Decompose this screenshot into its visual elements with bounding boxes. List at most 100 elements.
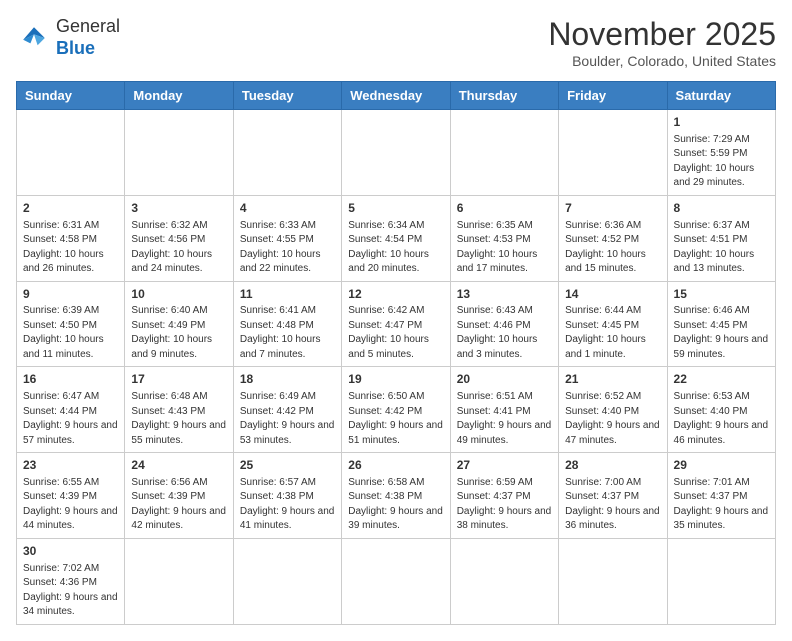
day-cell — [342, 538, 450, 624]
logo-icon — [16, 20, 52, 56]
day-info: Sunrise: 6:59 AM Sunset: 4:37 PM Dayligh… — [457, 476, 552, 534]
day-number: 13 — [457, 286, 552, 303]
day-cell: 18 Sunrise: 6:49 AM Sunset: 4:42 PM Dayli… — [233, 367, 341, 453]
day-cell: 15Sunrise: 6:46 AM Sunset: 4:45 PM Dayli… — [667, 281, 775, 367]
header-thursday: Thursday — [450, 82, 558, 110]
day-cell: 12Sunrise: 6:42 AM Sunset: 4:47 PM Dayli… — [342, 281, 450, 367]
header-monday: Monday — [125, 82, 233, 110]
day-info: Sunrise: 6:57 AM Sunset: 4:38 PM Dayligh… — [240, 476, 335, 534]
day-number: 14 — [565, 286, 660, 303]
day-number: 18 — [240, 371, 335, 388]
day-number: 27 — [457, 457, 552, 474]
title-area: November 2025 Boulder, Colorado, United … — [548, 16, 776, 69]
day-cell: 24 Sunrise: 6:56 AM Sunset: 4:39 PM Dayli… — [125, 453, 233, 539]
day-number: 3 — [131, 200, 226, 217]
day-cell: 11Sunrise: 6:41 AM Sunset: 4:48 PM Dayli… — [233, 281, 341, 367]
day-cell: 5 Sunrise: 6:34 AM Sunset: 4:54 PM Daylig… — [342, 195, 450, 281]
day-number: 12 — [348, 286, 443, 303]
day-cell: 23 Sunrise: 6:55 AM Sunset: 4:39 PM Dayli… — [17, 453, 125, 539]
week-row-5: 30Sunrise: 7:02 AM Sunset: 4:36 PM Dayli… — [17, 538, 776, 624]
header-friday: Friday — [559, 82, 667, 110]
day-number: 17 — [131, 371, 226, 388]
day-cell: 21 Sunrise: 6:52 AM Sunset: 4:40 PM Dayli… — [559, 367, 667, 453]
day-cell: 1 Sunrise: 7:29 AM Sunset: 5:59 PM Daylig… — [667, 110, 775, 196]
day-cell: 3Sunrise: 6:32 AM Sunset: 4:56 PM Daylig… — [125, 195, 233, 281]
day-info: Sunrise: 7:00 AM Sunset: 4:37 PM Dayligh… — [565, 476, 660, 534]
day-number: 19 — [348, 371, 443, 388]
day-number: 16 — [23, 371, 118, 388]
day-info: Sunrise: 6:58 AM Sunset: 4:38 PM Dayligh… — [348, 476, 443, 534]
day-cell: 30Sunrise: 7:02 AM Sunset: 4:36 PM Dayli… — [17, 538, 125, 624]
day-info: Sunrise: 6:49 AM Sunset: 4:42 PM Dayligh… — [240, 390, 335, 448]
day-number: 9 — [23, 286, 118, 303]
header-tuesday: Tuesday — [233, 82, 341, 110]
day-number: 25 — [240, 457, 335, 474]
week-row-0: 1 Sunrise: 7:29 AM Sunset: 5:59 PM Daylig… — [17, 110, 776, 196]
day-cell: 6 Sunrise: 6:35 AM Sunset: 4:53 PM Daylig… — [450, 195, 558, 281]
day-info: Sunrise: 6:40 AM Sunset: 4:49 PM Dayligh… — [131, 304, 226, 362]
day-number: 8 — [674, 200, 769, 217]
day-cell: 14Sunrise: 6:44 AM Sunset: 4:45 PM Dayli… — [559, 281, 667, 367]
day-info: Sunrise: 6:44 AM Sunset: 4:45 PM Dayligh… — [565, 304, 660, 362]
header-sunday: Sunday — [17, 82, 125, 110]
day-info: Sunrise: 6:35 AM Sunset: 4:53 PM Dayligh… — [457, 219, 552, 277]
day-cell — [667, 538, 775, 624]
day-number: 7 — [565, 200, 660, 217]
day-cell: 4Sunrise: 6:33 AM Sunset: 4:55 PM Daylig… — [233, 195, 341, 281]
day-number: 6 — [457, 200, 552, 217]
day-cell: 10Sunrise: 6:40 AM Sunset: 4:49 PM Dayli… — [125, 281, 233, 367]
day-number: 26 — [348, 457, 443, 474]
page-header: General Blue November 2025 Boulder, Colo… — [16, 16, 776, 69]
day-info: Sunrise: 6:50 AM Sunset: 4:42 PM Dayligh… — [348, 390, 443, 448]
day-cell: 17Sunrise: 6:48 AM Sunset: 4:43 PM Dayli… — [125, 367, 233, 453]
calendar-table: SundayMondayTuesdayWednesdayThursdayFrid… — [16, 81, 776, 625]
day-cell: 27 Sunrise: 6:59 AM Sunset: 4:37 PM Dayli… — [450, 453, 558, 539]
day-info: Sunrise: 7:02 AM Sunset: 4:36 PM Dayligh… — [23, 562, 118, 620]
day-cell — [559, 538, 667, 624]
day-cell — [17, 110, 125, 196]
day-number: 20 — [457, 371, 552, 388]
day-info: Sunrise: 6:46 AM Sunset: 4:45 PM Dayligh… — [674, 304, 769, 362]
day-cell — [342, 110, 450, 196]
day-cell: 19 Sunrise: 6:50 AM Sunset: 4:42 PM Dayli… — [342, 367, 450, 453]
day-cell: 9Sunrise: 6:39 AM Sunset: 4:50 PM Daylig… — [17, 281, 125, 367]
day-info: Sunrise: 6:34 AM Sunset: 4:54 PM Dayligh… — [348, 219, 443, 277]
logo: General Blue — [16, 16, 120, 59]
day-number: 11 — [240, 286, 335, 303]
day-info: Sunrise: 6:31 AM Sunset: 4:58 PM Dayligh… — [23, 219, 118, 277]
day-info: Sunrise: 6:36 AM Sunset: 4:52 PM Dayligh… — [565, 219, 660, 277]
day-number: 22 — [674, 371, 769, 388]
day-info: Sunrise: 7:29 AM Sunset: 5:59 PM Dayligh… — [674, 133, 769, 191]
day-info: Sunrise: 6:53 AM Sunset: 4:40 PM Dayligh… — [674, 390, 769, 448]
day-cell: 16 Sunrise: 6:47 AM Sunset: 4:44 PM Dayli… — [17, 367, 125, 453]
day-cell: 20Sunrise: 6:51 AM Sunset: 4:41 PM Dayli… — [450, 367, 558, 453]
day-info: Sunrise: 6:52 AM Sunset: 4:40 PM Dayligh… — [565, 390, 660, 448]
day-number: 5 — [348, 200, 443, 217]
day-number: 15 — [674, 286, 769, 303]
day-cell — [233, 110, 341, 196]
day-info: Sunrise: 6:33 AM Sunset: 4:55 PM Dayligh… — [240, 219, 335, 277]
day-cell: 8Sunrise: 6:37 AM Sunset: 4:51 PM Daylig… — [667, 195, 775, 281]
day-cell — [233, 538, 341, 624]
day-number: 2 — [23, 200, 118, 217]
day-cell — [559, 110, 667, 196]
day-cell — [125, 538, 233, 624]
day-info: Sunrise: 6:55 AM Sunset: 4:39 PM Dayligh… — [23, 476, 118, 534]
day-number: 1 — [674, 114, 769, 131]
logo-text: General Blue — [56, 16, 120, 59]
day-info: Sunrise: 6:56 AM Sunset: 4:39 PM Dayligh… — [131, 476, 226, 534]
week-row-2: 9Sunrise: 6:39 AM Sunset: 4:50 PM Daylig… — [17, 281, 776, 367]
day-number: 23 — [23, 457, 118, 474]
day-cell: 29Sunrise: 7:01 AM Sunset: 4:37 PM Dayli… — [667, 453, 775, 539]
day-info: Sunrise: 6:39 AM Sunset: 4:50 PM Dayligh… — [23, 304, 118, 362]
day-info: Sunrise: 6:47 AM Sunset: 4:44 PM Dayligh… — [23, 390, 118, 448]
header-saturday: Saturday — [667, 82, 775, 110]
day-cell: 22 Sunrise: 6:53 AM Sunset: 4:40 PM Dayli… — [667, 367, 775, 453]
day-info: Sunrise: 6:43 AM Sunset: 4:46 PM Dayligh… — [457, 304, 552, 362]
day-number: 21 — [565, 371, 660, 388]
day-number: 24 — [131, 457, 226, 474]
month-title: November 2025 — [548, 16, 776, 53]
day-info: Sunrise: 6:41 AM Sunset: 4:48 PM Dayligh… — [240, 304, 335, 362]
day-cell — [450, 538, 558, 624]
week-row-3: 16 Sunrise: 6:47 AM Sunset: 4:44 PM Dayli… — [17, 367, 776, 453]
